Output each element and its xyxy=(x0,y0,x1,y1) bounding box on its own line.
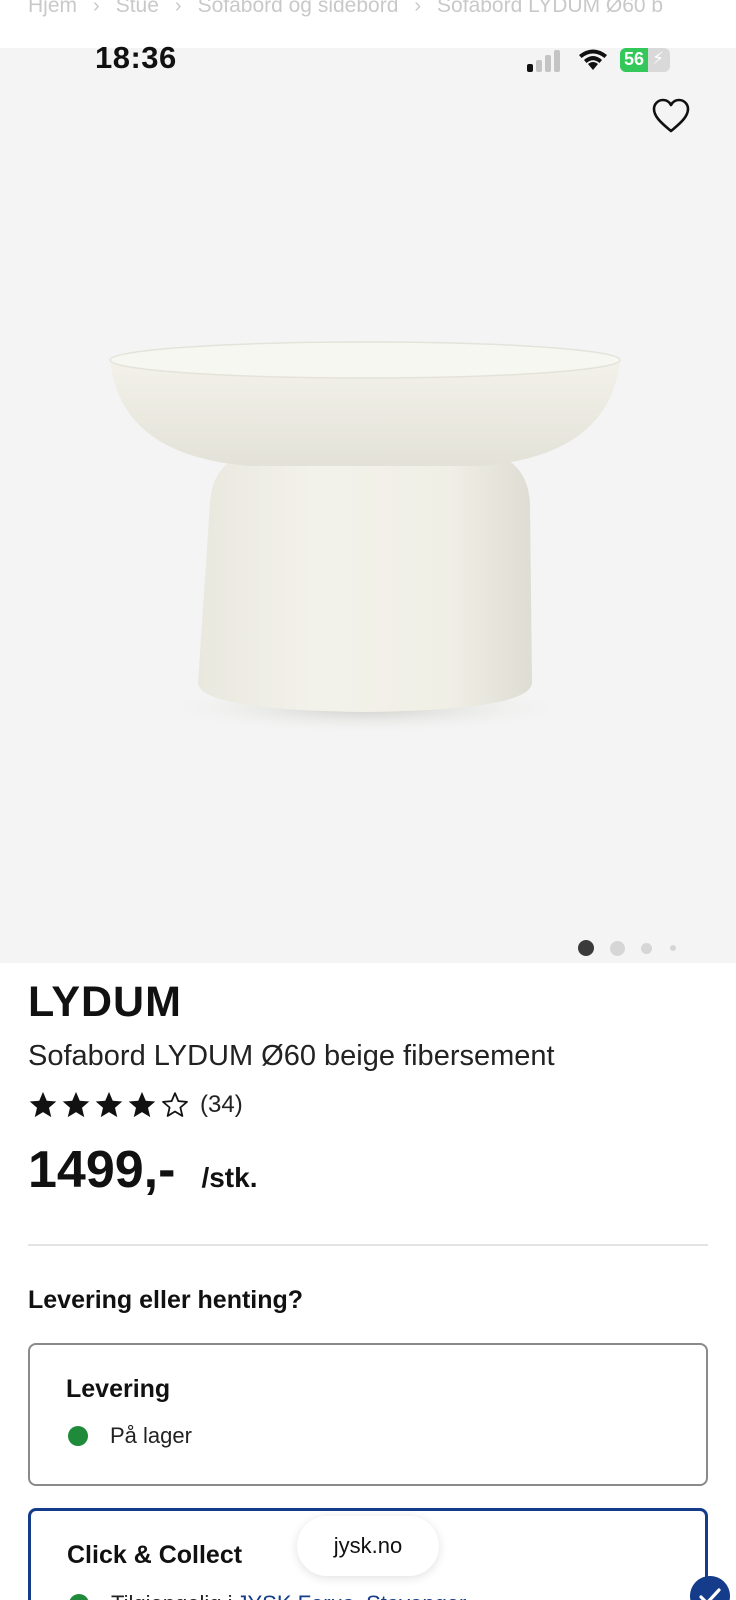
heart-outline-icon[interactable] xyxy=(652,98,690,134)
star-filled-icon xyxy=(29,1091,57,1118)
status-time: 18:36 xyxy=(95,40,177,75)
chevron-right-icon: › xyxy=(174,0,182,17)
price-row: 1499,- /stk. xyxy=(28,1140,257,1200)
pagination-dot-active[interactable] xyxy=(578,940,594,956)
pagination-dot[interactable] xyxy=(641,942,652,954)
chevron-right-icon: › xyxy=(93,0,100,17)
rating-stars xyxy=(28,1090,190,1120)
product-gallery[interactable] xyxy=(0,48,736,963)
product-title: Sofabord LYDUM Ø60 beige fibersement xyxy=(28,1040,555,1072)
breadcrumb-item-current: Sofabord LYDUM Ø60 b xyxy=(437,0,664,17)
star-filled-icon xyxy=(95,1091,123,1118)
chevron-right-icon: › xyxy=(414,0,422,17)
star-outline-icon xyxy=(162,1092,188,1117)
price-unit: /stk. xyxy=(201,1162,258,1193)
fulfillment-heading: Levering eller henting? xyxy=(28,1286,304,1314)
delivery-title: Levering xyxy=(66,1375,171,1403)
in-stock-indicator-icon xyxy=(69,1594,89,1600)
wifi-icon xyxy=(579,49,607,70)
gallery-pagination[interactable] xyxy=(578,940,692,956)
cellular-signal-icon xyxy=(527,50,560,72)
divider xyxy=(28,1244,708,1246)
store-link[interactable]: JYSK Forus, Stavanger xyxy=(236,1591,466,1600)
product-image[interactable] xyxy=(100,338,630,738)
click-collect-availability: Tilgjengelig i JYSK Forus, Stavanger xyxy=(69,1591,466,1600)
review-count[interactable]: (34) xyxy=(200,1091,243,1119)
availability-prefix: Tilgjengelig i xyxy=(111,1591,232,1600)
delivery-stock-text: På lager xyxy=(110,1423,192,1448)
breadcrumb-item-home[interactable]: Hjem xyxy=(28,0,77,18)
browser-url-pill[interactable]: jysk.no xyxy=(297,1516,439,1576)
pagination-dot[interactable] xyxy=(670,945,676,951)
battery-charging-icon: 56 ⚡ xyxy=(620,48,670,72)
battery-percent: 56 xyxy=(624,49,645,69)
pagination-dot[interactable] xyxy=(610,940,625,956)
breadcrumb-item-sofabord[interactable]: Sofabord og sidebord xyxy=(198,0,399,18)
in-stock-indicator-icon xyxy=(68,1426,88,1446)
breadcrumb: Hjem › Stue › Sofabord og sidebord › Sof… xyxy=(28,0,663,18)
click-collect-title: Click & Collect xyxy=(67,1541,243,1569)
star-filled-icon xyxy=(62,1091,90,1118)
browser-url: jysk.no xyxy=(333,1533,403,1558)
breadcrumb-item-stue[interactable]: Stue xyxy=(116,0,159,18)
product-rating[interactable]: (34) xyxy=(28,1090,243,1120)
charging-bolt-icon: ⚡ xyxy=(652,49,664,68)
product-price: 1499,- xyxy=(28,1141,176,1199)
star-filled-icon xyxy=(128,1091,156,1118)
delivery-stock-status: På lager xyxy=(68,1423,192,1449)
product-brand: LYDUM xyxy=(28,978,182,1026)
delivery-option-card[interactable]: Levering På lager xyxy=(28,1343,708,1486)
